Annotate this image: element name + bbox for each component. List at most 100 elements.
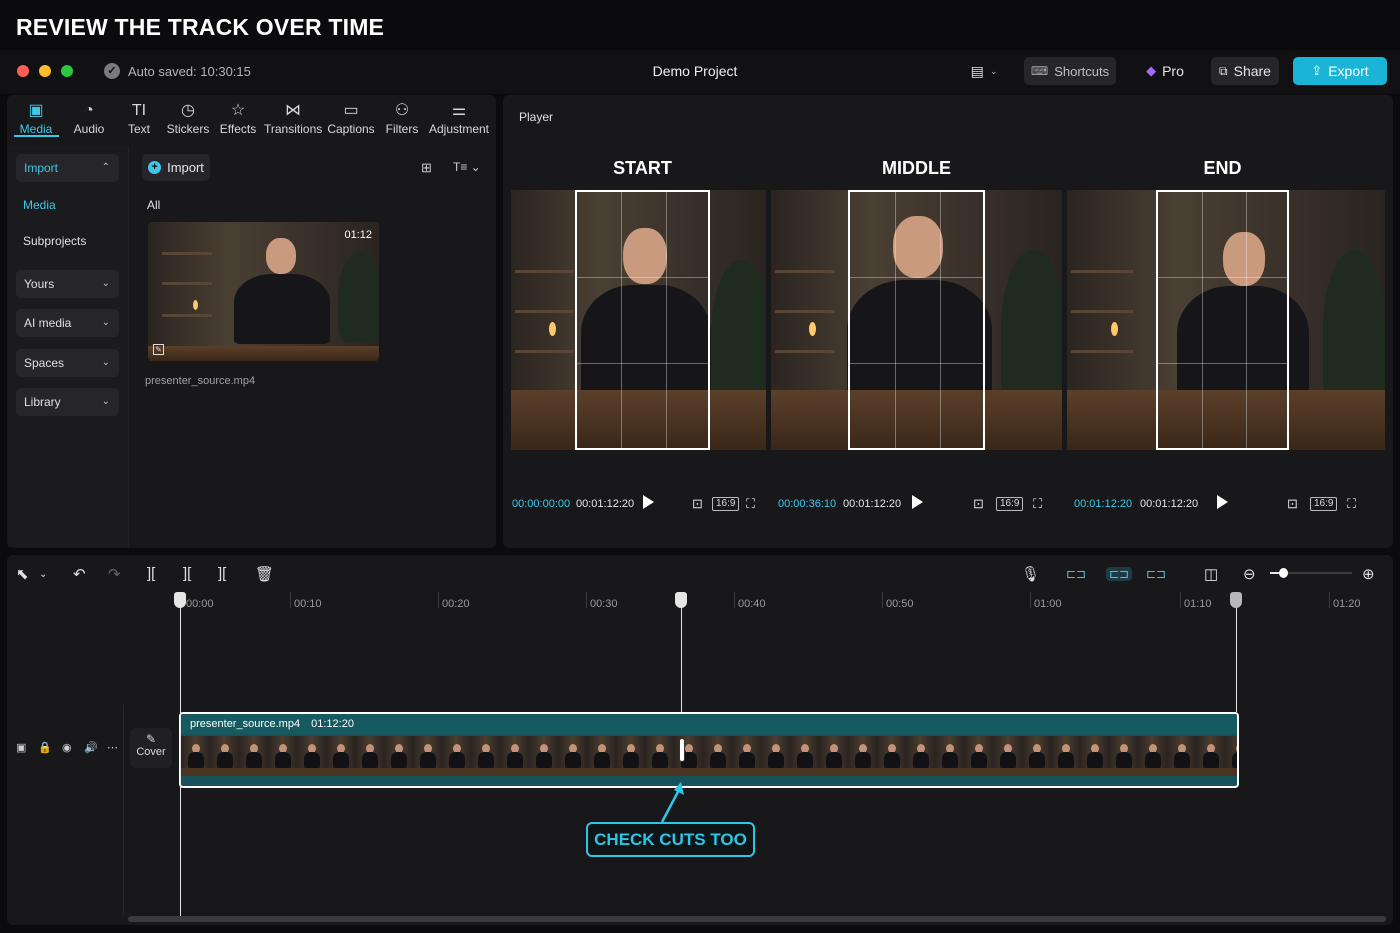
timeline-clip[interactable]: presenter_source.mp4 01:12:20 xyxy=(179,712,1239,788)
filmstrip-frame xyxy=(471,736,500,776)
select-tool-icon[interactable]: ⬉ xyxy=(16,565,29,583)
chevron-down-icon: ⌄ xyxy=(101,278,110,289)
effects-icon: ☆ xyxy=(230,102,246,119)
sidebar-yours[interactable]: Yours ⌄ xyxy=(16,270,119,298)
eye-icon[interactable]: ◉ xyxy=(62,741,72,754)
pro-button[interactable]: ◆ Pro xyxy=(1132,57,1198,85)
magnet-icon[interactable]: ⊏⊐ xyxy=(1106,567,1133,581)
fullscreen-icon[interactable]: ⛶ xyxy=(746,496,755,512)
grid-view-icon[interactable]: ⊞ xyxy=(421,160,432,176)
frame-icon[interactable]: ⊡ xyxy=(973,496,984,512)
tool-label: Captions xyxy=(327,122,375,136)
maximize-window-button[interactable] xyxy=(61,65,73,77)
play-button-end[interactable] xyxy=(1217,495,1228,509)
sidebar-item-subprojects[interactable]: Subprojects xyxy=(23,234,86,248)
play-button-middle[interactable] xyxy=(912,495,923,509)
ruler-label: 01:10 xyxy=(1184,598,1212,610)
export-button[interactable]: ⇪ Export xyxy=(1293,57,1387,85)
chevron-down-icon[interactable]: ⌄ xyxy=(39,569,47,580)
project-title[interactable]: Demo Project xyxy=(600,63,790,79)
split-right-icon[interactable]: ][ xyxy=(218,565,226,582)
tool-filters[interactable]: ⚇ Filters xyxy=(373,100,431,136)
track-select-icon[interactable]: ▣ xyxy=(16,741,26,754)
more-icon[interactable]: ⋯ xyxy=(107,741,118,754)
zoom-out-icon[interactable]: ⊖ xyxy=(1243,565,1256,583)
lock-icon[interactable]: 🔒 xyxy=(38,741,52,754)
middle-label: MIDDLE xyxy=(882,158,951,178)
media-thumbnail[interactable]: 01:12 ✎ xyxy=(148,222,379,361)
ruler-label: 00:00 xyxy=(186,598,214,610)
shortcuts-button[interactable]: ⌨ Shortcuts xyxy=(1024,57,1116,85)
split-left-icon[interactable]: ][ xyxy=(183,565,191,582)
ruler-label: 00:20 xyxy=(442,598,470,610)
sidebar-label: Yours xyxy=(24,277,55,291)
tool-media[interactable]: ▣ Media xyxy=(7,100,65,136)
sidebar-spaces[interactable]: Spaces ⌄ xyxy=(16,349,119,377)
play-button-start[interactable] xyxy=(643,495,654,509)
playhead-middle-handle[interactable] xyxy=(675,592,687,608)
frame-icon[interactable]: ⊡ xyxy=(1287,496,1298,512)
aspect-ratio-start[interactable]: 16:9 xyxy=(712,497,740,511)
crop-frame-end[interactable] xyxy=(1156,190,1289,450)
player-title: Player xyxy=(519,110,554,124)
sidebar-import[interactable]: Import ⌃ xyxy=(16,154,119,182)
filmstrip-frame xyxy=(268,736,297,776)
timeline-scrollbar[interactable] xyxy=(128,916,1386,922)
crop-frame-middle[interactable] xyxy=(848,190,985,450)
close-window-button[interactable] xyxy=(17,65,29,77)
layout-menu-button[interactable]: ▤ ⌄ xyxy=(962,57,1006,85)
start-label: START xyxy=(613,158,672,178)
minimize-window-button[interactable] xyxy=(39,65,51,77)
playhead-start-handle[interactable] xyxy=(174,592,186,608)
filter-all[interactable]: All xyxy=(147,198,160,212)
aspect-ratio-middle[interactable]: 16:9 xyxy=(996,497,1024,511)
fullscreen-icon[interactable]: ⛶ xyxy=(1347,496,1356,512)
undo-icon[interactable]: ↶ xyxy=(73,565,86,583)
autosave-check-icon: ✓ xyxy=(104,63,120,79)
playhead-start[interactable] xyxy=(180,606,181,916)
tool-label: Text xyxy=(127,122,150,136)
cut-marker[interactable] xyxy=(679,738,685,762)
playhead-middle[interactable] xyxy=(681,606,682,712)
import-button[interactable]: + Import xyxy=(142,154,210,181)
callout-check-cuts: CHECK CUTS TOO xyxy=(586,822,755,857)
cover-button[interactable]: ✎ Cover xyxy=(130,728,172,768)
fullscreen-icon[interactable]: ⛶ xyxy=(1033,496,1042,512)
sidebar-item-media[interactable]: Media xyxy=(23,198,56,212)
aspect-ratio-end[interactable]: 16:9 xyxy=(1310,497,1338,511)
edit-icon[interactable]: ✎ xyxy=(153,344,164,355)
filmstrip-frame xyxy=(1138,736,1167,776)
zoom-slider-thumb[interactable] xyxy=(1279,568,1288,578)
playhead-end[interactable] xyxy=(1236,606,1237,712)
tool-transitions[interactable]: ⋈ Transitions xyxy=(264,100,322,136)
zoom-in-icon[interactable]: ⊕ xyxy=(1362,565,1375,583)
frame-icon[interactable]: ⊡ xyxy=(692,496,703,512)
speaker-icon[interactable]: 🔊 xyxy=(84,741,98,754)
tool-label: Audio xyxy=(73,122,105,136)
pro-label: Pro xyxy=(1162,63,1184,79)
playhead-end-handle[interactable] xyxy=(1230,592,1242,608)
thumbnail-image xyxy=(148,222,379,361)
snap-icon[interactable]: ⊏⊐ xyxy=(1146,567,1166,581)
sidebar-library[interactable]: Library ⌄ xyxy=(16,388,119,416)
tool-captions[interactable]: ▭ Captions xyxy=(322,100,380,136)
ruler-label: 01:00 xyxy=(1034,598,1062,610)
preview-axis-icon[interactable]: ◫ xyxy=(1204,565,1218,583)
tool-effects[interactable]: ☆ Effects xyxy=(209,100,267,136)
crop-frame-start[interactable] xyxy=(575,190,710,450)
microphone-icon[interactable]: 🎙 xyxy=(1021,565,1040,583)
sort-icon[interactable]: T≡ ⌄ xyxy=(453,160,481,174)
plus-circle-icon: + xyxy=(148,161,162,174)
export-icon: ⇪ xyxy=(1311,63,1323,78)
split-icon[interactable]: ][ xyxy=(147,565,155,582)
current-time-start: 00:00:00:00 xyxy=(512,498,571,510)
sidebar-ai-media[interactable]: AI media ⌄ xyxy=(16,309,119,337)
chevron-up-icon: ⌃ xyxy=(101,162,110,173)
share-button[interactable]: ⧉ Share xyxy=(1211,57,1279,85)
ruler-label: 00:10 xyxy=(294,598,322,610)
link-clips-icon[interactable]: ⊏⊐ xyxy=(1066,567,1086,581)
delete-icon[interactable]: 🗑 xyxy=(255,565,274,583)
clip-duration: 01:12:20 xyxy=(311,718,354,730)
redo-icon[interactable]: ↷ xyxy=(108,565,121,583)
tool-adjustment[interactable]: ⚌ Adjustment xyxy=(428,100,490,136)
